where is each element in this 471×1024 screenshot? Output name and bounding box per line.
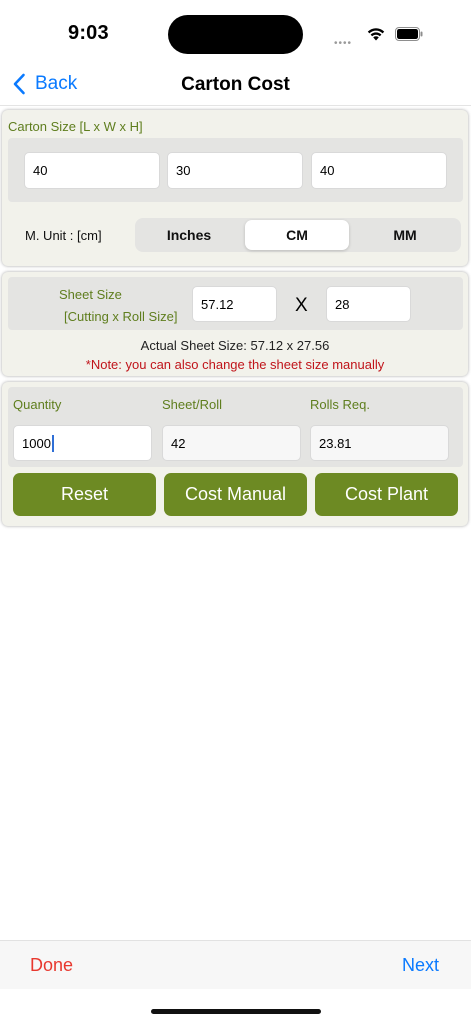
nav-divider: [0, 105, 471, 106]
sheet-size-panel: Sheet Size [Cutting x Roll Size] 57.12 X…: [8, 277, 463, 330]
page-title: Carton Cost: [181, 74, 290, 95]
sheet-roll-input[interactable]: 42: [162, 425, 301, 461]
roll-size-input[interactable]: 28: [326, 286, 411, 322]
rolls-req-label: Rolls Req.: [310, 397, 370, 412]
unit-segmented-control: Inches CM MM: [135, 218, 461, 252]
cutting-size-input[interactable]: 57.12: [192, 286, 277, 322]
unit-option-mm[interactable]: MM: [353, 220, 457, 250]
rolls-req-input[interactable]: 23.81: [310, 425, 449, 461]
status-time: 9:03: [68, 22, 109, 44]
sheet-size-note: *Note: you can also change the sheet siz…: [85, 357, 385, 372]
width-input[interactable]: 30: [167, 152, 303, 189]
times-symbol: X: [295, 295, 308, 316]
sheet-size-sublabel: [Cutting x Roll Size]: [64, 309, 178, 324]
length-input[interactable]: 40: [24, 152, 160, 189]
sheet-size-card: Sheet Size [Cutting x Roll Size] 57.12 X…: [2, 272, 468, 376]
quantity-label: Quantity: [13, 397, 62, 412]
done-button[interactable]: Done: [30, 955, 73, 976]
home-indicator[interactable]: [151, 1009, 321, 1014]
carton-size-label: Carton Size [L x W x H]: [8, 119, 143, 134]
text-cursor: [51, 434, 54, 452]
height-input[interactable]: 40: [311, 152, 447, 189]
actual-sheet-size: Actual Sheet Size: 57.12 x 27.56: [140, 338, 330, 353]
cost-plant-button[interactable]: Cost Plant: [315, 473, 458, 516]
cost-manual-button[interactable]: Cost Manual: [164, 473, 307, 516]
unit-label: M. Unit : [cm]: [25, 228, 102, 243]
battery-icon: [395, 27, 423, 41]
sheet-size-label: Sheet Size: [59, 287, 122, 302]
quantity-input[interactable]: 1000: [13, 425, 152, 461]
reset-button[interactable]: Reset: [13, 473, 156, 516]
dynamic-island: [168, 15, 303, 54]
carton-dimensions-panel: 40 30 40: [8, 138, 463, 202]
next-button[interactable]: Next: [402, 955, 439, 976]
quantity-panel: Quantity Sheet/Roll Rolls Req. 1000 42 2…: [8, 387, 463, 467]
unit-option-cm[interactable]: CM: [245, 220, 349, 250]
signal-dots-icon: ••••: [334, 38, 353, 49]
sheet-roll-label: Sheet/Roll: [162, 397, 222, 412]
unit-option-inches[interactable]: Inches: [137, 220, 241, 250]
quantity-value: 1000: [22, 435, 51, 451]
wifi-icon: [367, 28, 385, 41]
